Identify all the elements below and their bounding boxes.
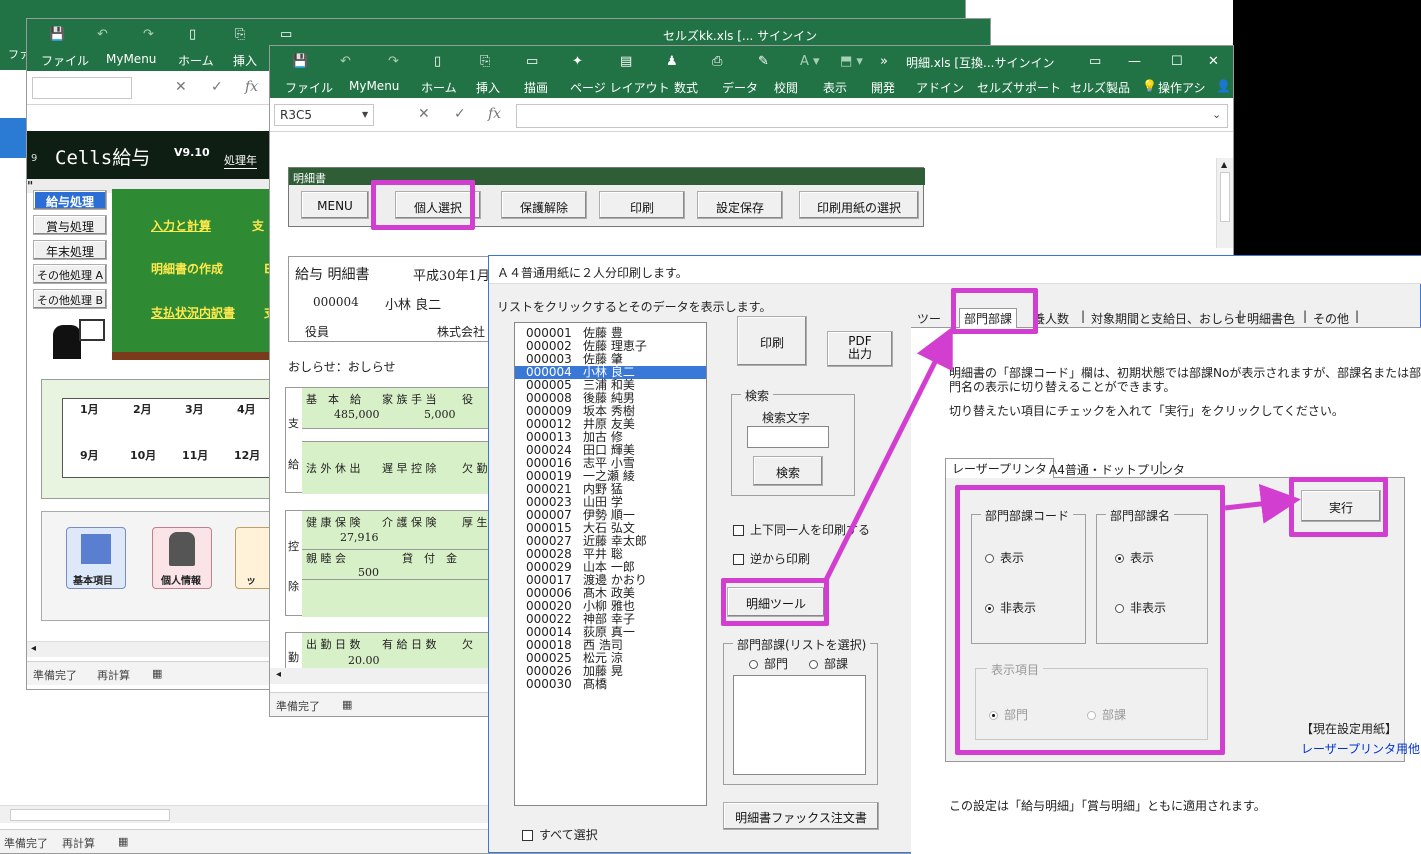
annotation-arrows bbox=[823, 326, 1301, 582]
arrow-to-dept-tab bbox=[823, 326, 953, 582]
arrow-to-execute bbox=[1224, 483, 1301, 524]
